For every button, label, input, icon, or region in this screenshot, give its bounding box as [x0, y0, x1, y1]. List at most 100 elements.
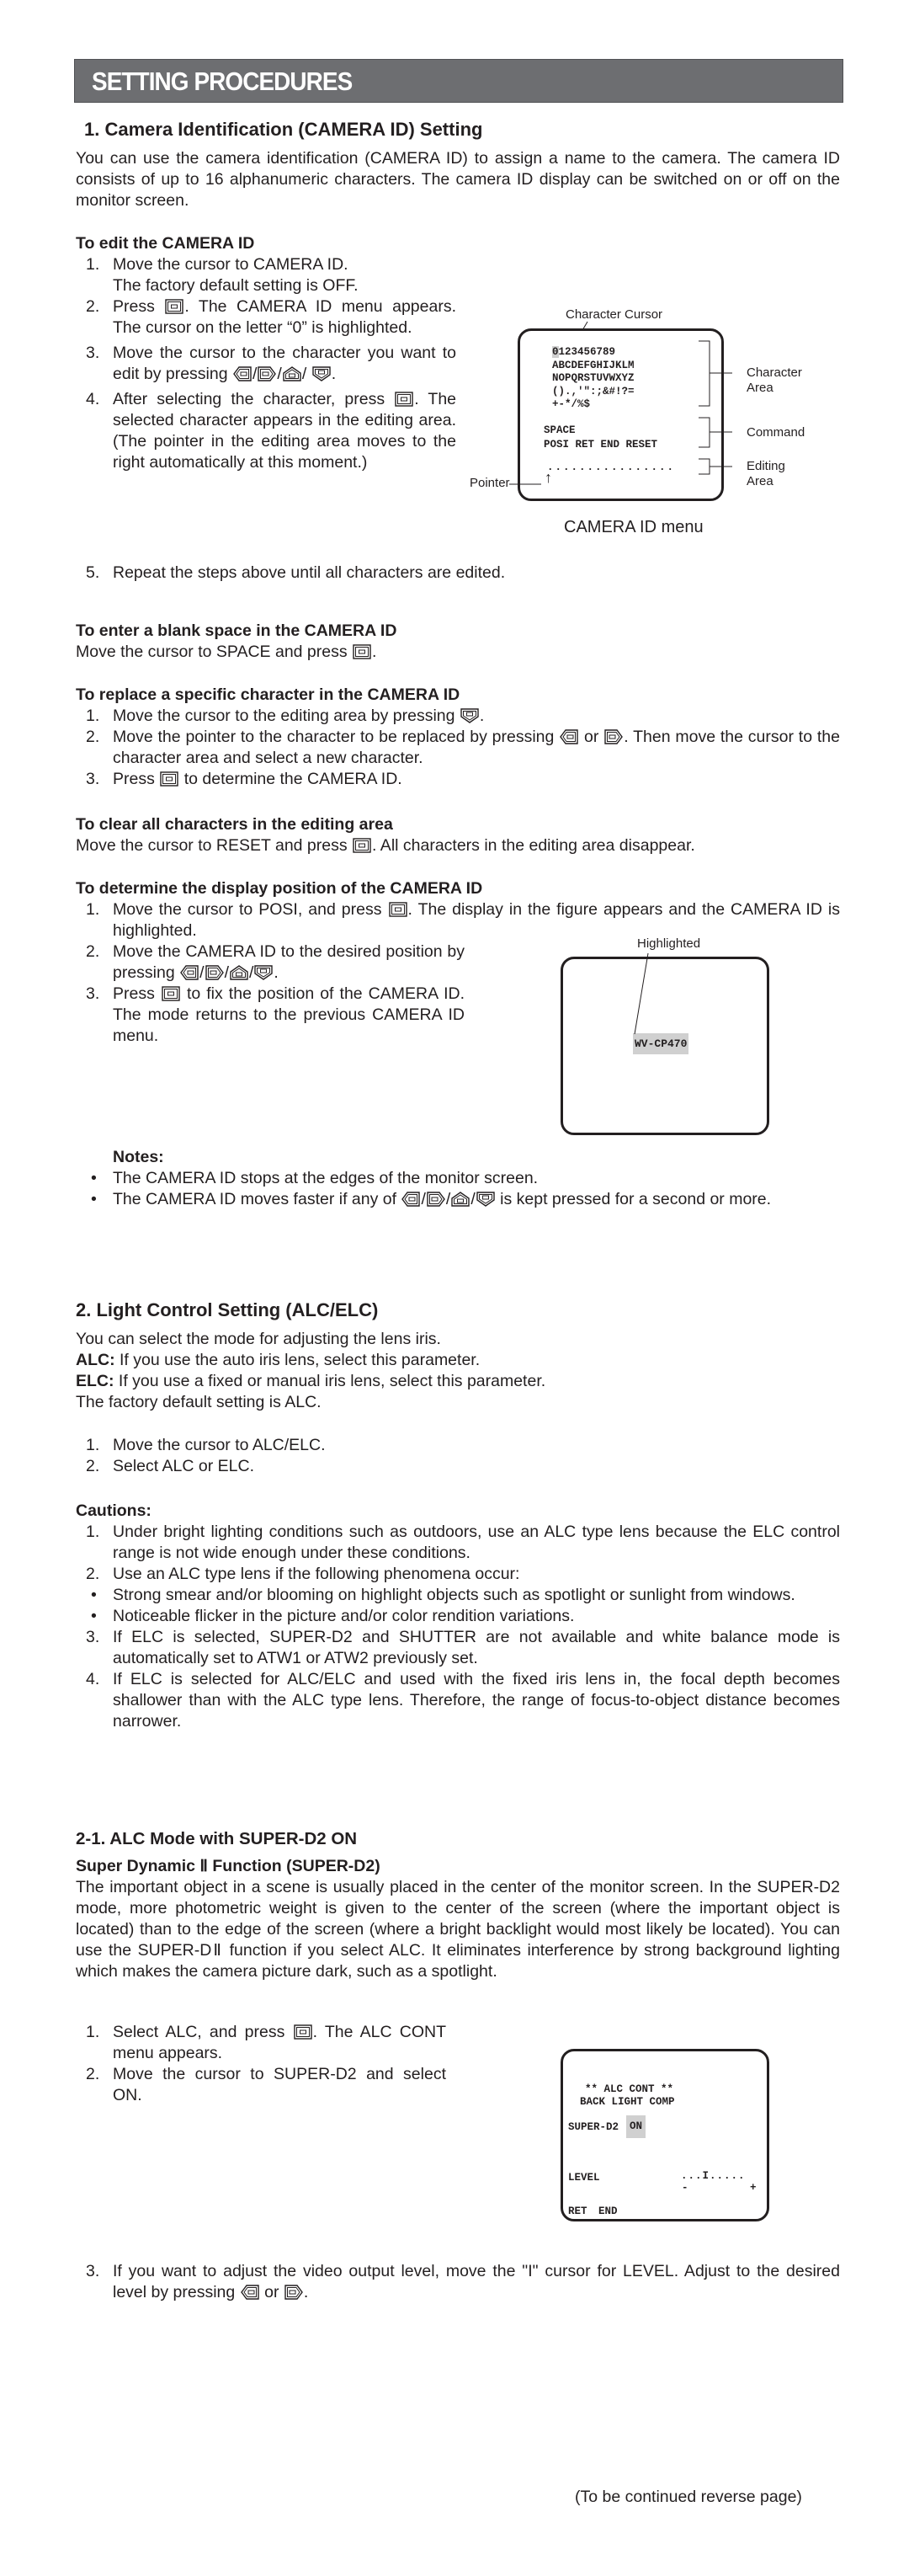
label-character-area: Character Area [747, 365, 802, 395]
section21-steps: 1. Select ALC, and press . The ALC CONT m… [76, 2022, 446, 2106]
down-button-icon [254, 965, 273, 980]
caution-1: 1. Under bright lighting conditions such … [86, 1523, 840, 1562]
page-title: SETTING PROCEDURES [92, 67, 353, 96]
command-area: SPACE POSI RET END RESET [544, 424, 657, 452]
clear-text: Move the cursor to RESET and press . All… [76, 836, 695, 855]
pointer-leader-line [509, 483, 541, 485]
menu-brackets [699, 340, 732, 475]
position-step-3: 3. Press to fix the position of the CAMER… [86, 984, 465, 1045]
editing-area: ................ [547, 461, 676, 473]
label-editing-area: Editing Area [747, 459, 785, 488]
edit-step-1: 1. Move the cursor to CAMERA ID. The facto… [86, 255, 359, 295]
edit-heading: To edit the CAMERA ID [76, 234, 255, 253]
char-row-3: NOPQRSTUVWXYZ [552, 372, 635, 384]
position-step-2: 2. Move the CAMERA ID to the desired posi… [86, 942, 465, 982]
notes-list: The CAMERA ID stops at the edges of the … [76, 1168, 840, 1210]
camera-id-menu-caption: CAMERA ID menu [564, 518, 704, 536]
section2-intro-block: You can select the mode for adjusting th… [76, 1329, 840, 1413]
section1-intro: You can use the camera identification (C… [76, 149, 840, 210]
caution-2: 2. Use an ALC type lens if the following … [76, 1564, 840, 1627]
left-button-icon [560, 729, 578, 744]
right-button-icon [205, 965, 224, 980]
set-button-icon [395, 392, 413, 407]
position-heading: To determine the display position of the… [76, 879, 483, 898]
right-button-icon [258, 366, 276, 381]
camera-id-menu-screen: 0123456789 ABCDEFGHIJKLM NOPQRSTUVWXYZ (… [518, 328, 724, 501]
right-button-icon [604, 729, 623, 744]
down-button-icon [312, 366, 331, 381]
command-row: POSI RET END RESET [544, 439, 658, 451]
caution-2-bullet-2: Noticeable flicker in the picture and/or… [76, 1606, 840, 1627]
replace-steps: 1. Move the cursor to the editing area by… [76, 706, 840, 790]
section1-heading: 1. Camera Identification (CAMERA ID) Set… [84, 119, 483, 140]
section2-default: The factory default setting is ALC. [76, 1393, 322, 1411]
edit-step-2: 2. Press . The CAMERA ID menu appears. Th… [86, 297, 456, 337]
section21-heading: 2-1. ALC Mode with SUPER-D2 ON [76, 1829, 358, 1848]
down-button-icon [476, 1192, 495, 1207]
character-area: 0123456789 ABCDEFGHIJKLM NOPQRSTUVWXYZ (… [552, 346, 635, 412]
position-steps: 2. Move the CAMERA ID to the desired posi… [76, 941, 465, 1047]
set-button-icon [294, 2024, 312, 2040]
set-button-icon [160, 771, 178, 787]
section2-step-1: 1. Move the cursor to ALC/ELC. [86, 1436, 326, 1454]
section2-steps: 1. Move the cursor to ALC/ELC. 2. Select A… [76, 1435, 840, 1477]
replace-step-2: 2. Move the pointer to the character to b… [86, 728, 840, 767]
edit-step-5-list: 5. Repeat the steps above until all chara… [76, 563, 833, 584]
left-button-icon [241, 2285, 259, 2300]
end-command[interactable]: END [598, 2201, 618, 2222]
section21-subheading: Super Dynamic Ⅱ Function (SUPER-D2) [76, 1857, 380, 1875]
section21-step-3: 3. If you want to adjust the video output… [86, 2262, 840, 2301]
edit-step-4: 4. After selecting the character, press .… [86, 390, 457, 472]
section21-step-2: 2. Move the cursor to SUPER-D2 and select… [86, 2065, 446, 2104]
left-button-icon [401, 1192, 420, 1207]
superd2-label: SUPER-D2 [568, 2121, 619, 2133]
section2-step-2: 2. Select ALC or ELC. [86, 1457, 254, 1475]
char-row-5: +-*/%$ [552, 398, 591, 410]
level-plus: + [750, 2182, 757, 2194]
highlight-leader-line [634, 952, 649, 1035]
label-highlighted: Highlighted [637, 936, 701, 951]
blank-heading: To enter a blank space in the CAMERA ID [76, 621, 397, 640]
section2-heading: 2. Light Control Setting (ALC/ELC) [76, 1299, 379, 1320]
edit-step-3: 3. Move the cursor to the character you w… [86, 344, 456, 383]
edit-step-5: 5. Repeat the steps above until all chara… [86, 563, 506, 582]
caution-4: 4. If ELC is selected for ALC/ELC and use… [86, 1670, 840, 1731]
caution-3: 3. If ELC is selected, SUPER-D2 and SHUTT… [86, 1628, 840, 1667]
replace-heading: To replace a specific character in the C… [76, 685, 460, 704]
cautions-list: 1. Under bright lighting conditions such … [76, 1522, 840, 1732]
caution-2-bullets: Strong smear and/or blooming on highligh… [76, 1585, 840, 1627]
position-step-1-list: 1. Move the cursor to POSI, and press . T… [76, 899, 840, 941]
ret-command[interactable]: RET [568, 2201, 587, 2222]
note-1: The CAMERA ID stops at the edges of the … [76, 1168, 840, 1189]
continued-footer: (To be continued reverse page) [575, 2488, 802, 2506]
camera-id-highlighted: WV-CP470 [633, 1033, 689, 1054]
section-header-bar: SETTING PROCEDURES [74, 59, 843, 103]
alc-menu-title-1: ** ALC CONT ** [585, 2083, 674, 2095]
alc-menu-title: ** ALC CONT ** BACK LIGHT COMP [580, 2083, 675, 2109]
clear-heading: To clear all characters in the editing a… [76, 815, 393, 834]
section21-step-3-list: 3. If you want to adjust the video output… [76, 2261, 840, 2303]
notes-heading: Notes: [113, 1148, 164, 1166]
label-command: Command [747, 425, 805, 440]
note-2: The CAMERA ID moves faster if any of ///… [76, 1189, 840, 1210]
char-row-2: ABCDEFGHIJKLM [552, 359, 635, 371]
set-button-icon [389, 902, 407, 917]
level-minus: - [682, 2182, 688, 2194]
superd2-value[interactable]: ON [626, 2115, 646, 2138]
section2-intro: You can select the mode for adjusting th… [76, 1330, 441, 1348]
level-scale[interactable]: ...I..... [681, 2166, 746, 2187]
set-button-icon [353, 644, 371, 659]
alc-menu-title-2: BACK LIGHT COMP [580, 2096, 675, 2108]
replace-step-3: 3. Press to determine the CAMERA ID. [86, 770, 402, 788]
character-cursor: 0 [552, 346, 559, 358]
down-button-icon [460, 708, 479, 723]
command-space: SPACE [544, 424, 576, 436]
cautions-heading: Cautions: [76, 1501, 152, 1520]
alc-cont-menu-screen: ** ALC CONT ** BACK LIGHT COMP SUPER-D2 … [561, 2049, 769, 2221]
caution-2-bullet-1: Strong smear and/or blooming on highligh… [76, 1585, 840, 1606]
up-button-icon [451, 1192, 470, 1207]
replace-step-1: 1. Move the cursor to the editing area by… [86, 707, 485, 725]
pointer-arrow-icon: ↑ [545, 469, 552, 486]
set-button-icon [353, 838, 371, 853]
char-row-4: ().,'":;&#!?= [552, 385, 635, 397]
